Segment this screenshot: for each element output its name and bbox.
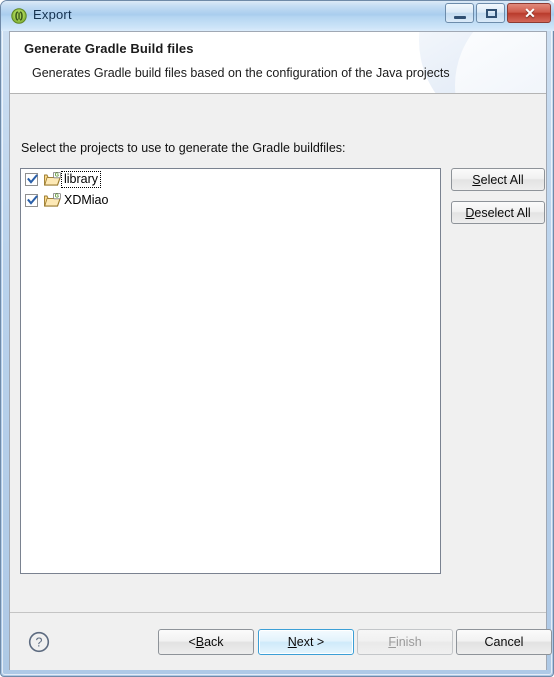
list-item-label: XDMiao — [64, 193, 109, 207]
deselect-all-label-after: eselect All — [474, 205, 531, 220]
header-decoration-arc-secondary — [455, 32, 546, 93]
window-title: Export — [33, 7, 72, 22]
back-label-before: < — [188, 635, 196, 649]
project-checkbox[interactable] — [25, 173, 38, 186]
list-item[interactable]: G XDMiao — [21, 190, 440, 211]
checkmark-icon — [27, 174, 38, 184]
project-folder-icon: G — [44, 172, 61, 187]
instruction-label: Select the projects to use to generate t… — [21, 141, 346, 155]
select-all-mnemonic: S — [472, 172, 481, 187]
export-wizard-icon — [11, 8, 27, 24]
back-mnemonic: B — [195, 635, 205, 649]
minimize-button[interactable] — [445, 3, 474, 23]
cancel-button[interactable]: Cancel — [456, 629, 552, 655]
minimize-icon — [454, 16, 466, 19]
next-label-after: ext > — [296, 635, 325, 649]
deselect-all-button[interactable]: Deselect All — [451, 201, 545, 224]
list-item[interactable]: G library — [21, 169, 440, 190]
project-folder-icon: G — [44, 193, 61, 208]
wizard-footer: ? < Back Next > Finish Cancel — [10, 612, 552, 670]
title-bar[interactable]: Export ✕ — [1, 1, 554, 31]
svg-text:?: ? — [36, 636, 43, 650]
finish-button: Finish — [357, 629, 453, 655]
deselect-all-mnemonic: D — [465, 205, 475, 220]
back-label-after: ack — [204, 635, 224, 649]
select-all-button[interactable]: Select All — [451, 168, 545, 191]
projects-listbox[interactable]: G library G XDMiao — [20, 168, 441, 574]
instruction-text-before: Select the projects to use to — [21, 141, 179, 155]
svg-text:G: G — [55, 173, 59, 179]
maximize-button[interactable] — [476, 3, 505, 23]
maximize-icon — [486, 9, 497, 18]
page-title: Generate Gradle Build files — [24, 41, 194, 56]
next-button[interactable]: Next > — [258, 629, 354, 655]
instruction-mnemonic: g — [178, 141, 186, 155]
next-mnemonic: N — [287, 635, 297, 649]
page-description: Generates Gradle build files based on th… — [32, 66, 450, 80]
wizard-header: Generate Gradle Build files Generates Gr… — [10, 32, 546, 94]
finish-label-after: inish — [395, 635, 422, 649]
help-icon[interactable]: ? — [28, 631, 50, 653]
wizard-body: Select the projects to use to generate t… — [10, 94, 546, 612]
close-button[interactable]: ✕ — [507, 3, 551, 23]
svg-text:G: G — [55, 194, 59, 200]
instruction-text-after: enerate the Gradle buildfiles: — [185, 141, 346, 155]
select-all-label-after: elect All — [480, 172, 524, 187]
project-checkbox[interactable] — [25, 194, 38, 207]
export-dialog-window: Export ✕ Generate Gradle Build files Gen… — [0, 0, 554, 677]
close-icon: ✕ — [524, 5, 536, 21]
checkmark-icon — [27, 195, 38, 205]
list-item-label: library — [60, 171, 102, 188]
finish-mnemonic: F — [388, 635, 396, 649]
dialog-client-area: Generate Gradle Build files Generates Gr… — [9, 31, 552, 670]
back-button[interactable]: < Back — [158, 629, 254, 655]
